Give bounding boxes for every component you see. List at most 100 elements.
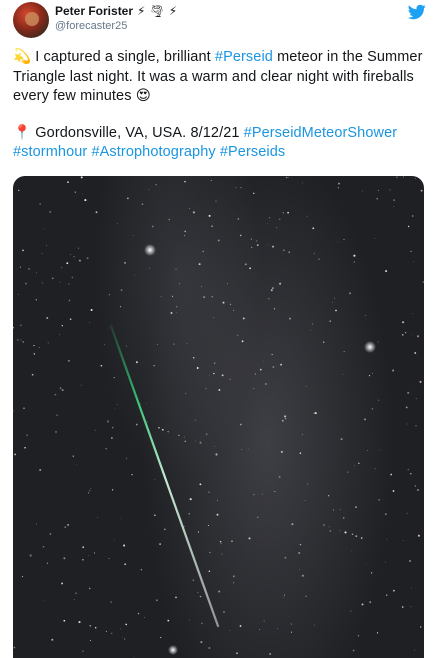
star [209, 551, 211, 553]
star [213, 372, 215, 375]
star [199, 441, 202, 444]
star [301, 574, 304, 577]
star [203, 296, 206, 299]
star [261, 493, 263, 495]
star [155, 184, 157, 186]
star [415, 398, 417, 400]
star [46, 244, 48, 246]
star [280, 450, 283, 453]
hashtag-link[interactable]: #Perseids [220, 144, 285, 160]
star [205, 433, 208, 436]
star [302, 182, 303, 184]
star [282, 249, 285, 252]
star [89, 639, 91, 641]
star [218, 590, 221, 593]
star [239, 625, 242, 627]
star [219, 540, 222, 543]
star [200, 641, 203, 644]
star [201, 622, 203, 625]
star [251, 246, 253, 249]
location-text: Gordonsville, VA, USA. 8/12/21 [35, 124, 244, 141]
star [140, 569, 143, 571]
star [184, 392, 187, 395]
star [104, 344, 106, 346]
star [369, 601, 372, 603]
hashtag-link[interactable]: #PerseidMeteorShower [244, 125, 398, 141]
star [380, 449, 381, 451]
star [189, 498, 192, 501]
tweet-photo[interactable] [13, 176, 424, 658]
star [122, 636, 123, 638]
star [236, 652, 238, 655]
star [105, 447, 107, 450]
star [208, 491, 210, 493]
star [215, 453, 218, 456]
dizzy-icon: 💫 [13, 49, 32, 65]
star [290, 623, 292, 625]
star [350, 610, 352, 612]
star [358, 462, 360, 464]
star [133, 235, 134, 236]
star [265, 383, 267, 385]
star [233, 582, 235, 584]
star [84, 199, 87, 202]
star [89, 624, 92, 627]
star [64, 526, 67, 529]
star [343, 238, 345, 241]
star [59, 281, 61, 283]
hashtag-link[interactable]: #stormhour [13, 144, 87, 160]
star [26, 434, 28, 436]
star [248, 537, 251, 540]
star [82, 546, 85, 549]
star [361, 603, 364, 606]
star [342, 517, 345, 519]
star [199, 483, 202, 486]
star [80, 176, 83, 179]
avatar[interactable] [13, 2, 49, 38]
star [233, 309, 235, 312]
star [385, 561, 386, 563]
star [81, 193, 83, 195]
star [210, 180, 212, 181]
star [184, 180, 186, 183]
hashtag-link[interactable]: #Astrophotography [91, 144, 215, 160]
star [88, 554, 89, 556]
star [49, 533, 52, 535]
star [184, 235, 186, 237]
star [411, 215, 414, 217]
star [376, 197, 379, 200]
star [67, 359, 70, 362]
star [270, 289, 273, 292]
star [366, 564, 367, 566]
star [63, 619, 66, 622]
star [287, 176, 289, 178]
star [54, 393, 57, 396]
star [35, 299, 37, 301]
hashtag-link[interactable]: #Perseid [215, 49, 273, 65]
author-display-name[interactable]: Peter Forister [55, 4, 133, 18]
star [253, 388, 255, 389]
star [201, 286, 203, 288]
star [22, 249, 24, 252]
star [235, 187, 237, 189]
star [135, 423, 138, 426]
star [323, 524, 325, 526]
author-handle[interactable]: @forecaster25 [55, 20, 127, 32]
star [131, 473, 133, 476]
star [47, 342, 49, 344]
star [175, 305, 178, 308]
star [412, 334, 413, 335]
star [361, 190, 363, 192]
star [420, 189, 423, 192]
star [78, 621, 81, 624]
star [16, 339, 19, 341]
star [189, 619, 190, 621]
star [147, 421, 149, 423]
twitter-bird-icon[interactable] [407, 3, 427, 21]
star [67, 181, 69, 183]
star [184, 230, 186, 233]
star [368, 374, 371, 377]
star [371, 373, 373, 374]
star [189, 208, 191, 209]
star [75, 592, 77, 594]
